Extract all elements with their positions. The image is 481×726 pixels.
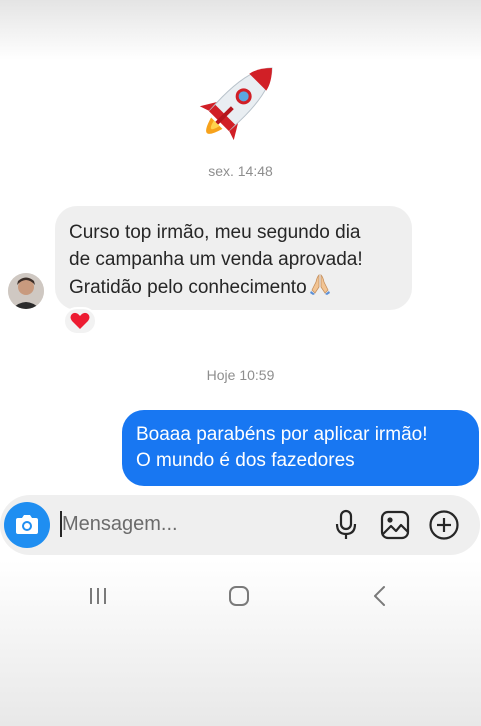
timestamp: Hoje 10:59 xyxy=(206,367,275,383)
incoming-message-line: de campanha um venda aprovada! xyxy=(69,249,363,270)
plus-button[interactable] xyxy=(428,509,460,541)
microphone-button[interactable] xyxy=(333,509,359,541)
camera-icon xyxy=(16,515,38,534)
recent-apps-button[interactable] xyxy=(86,585,110,607)
plus-circle-icon xyxy=(429,510,459,540)
incoming-message-line: Curso top irmão, meu segundo dia xyxy=(69,222,361,243)
message-composer xyxy=(0,495,480,555)
incoming-message-line: Gratidão pelo conhecimento xyxy=(69,277,307,298)
rocket-icon xyxy=(199,67,273,141)
outgoing-message-line: O mundo é dos fazedores xyxy=(136,450,355,471)
heart-icon xyxy=(70,312,90,329)
back-button[interactable] xyxy=(370,584,390,608)
home-icon xyxy=(229,586,249,606)
camera-button[interactable] xyxy=(4,502,50,548)
timestamp: sex. 14:48 xyxy=(208,163,273,179)
status-shade xyxy=(0,0,481,60)
rocket-emoji-message[interactable] xyxy=(186,56,290,148)
system-navigation-bar xyxy=(0,574,481,618)
gallery-icon xyxy=(380,510,410,540)
heart-reaction[interactable] xyxy=(63,307,97,335)
outgoing-message[interactable]: Boaaa parabéns por aplicar irmão! O mund… xyxy=(122,410,479,486)
recents-icon xyxy=(90,588,106,604)
outgoing-message-line: Boaaa parabéns por aplicar irmão! xyxy=(136,424,428,445)
folded-hands-icon xyxy=(309,273,331,295)
message-input[interactable] xyxy=(62,507,312,541)
incoming-message[interactable]: Curso top irmão, meu segundo dia de camp… xyxy=(55,206,412,310)
gallery-button[interactable] xyxy=(380,510,410,540)
home-button[interactable] xyxy=(227,584,251,608)
back-chevron-icon xyxy=(374,586,385,606)
microphone-icon xyxy=(335,509,357,539)
avatar[interactable] xyxy=(8,273,44,309)
